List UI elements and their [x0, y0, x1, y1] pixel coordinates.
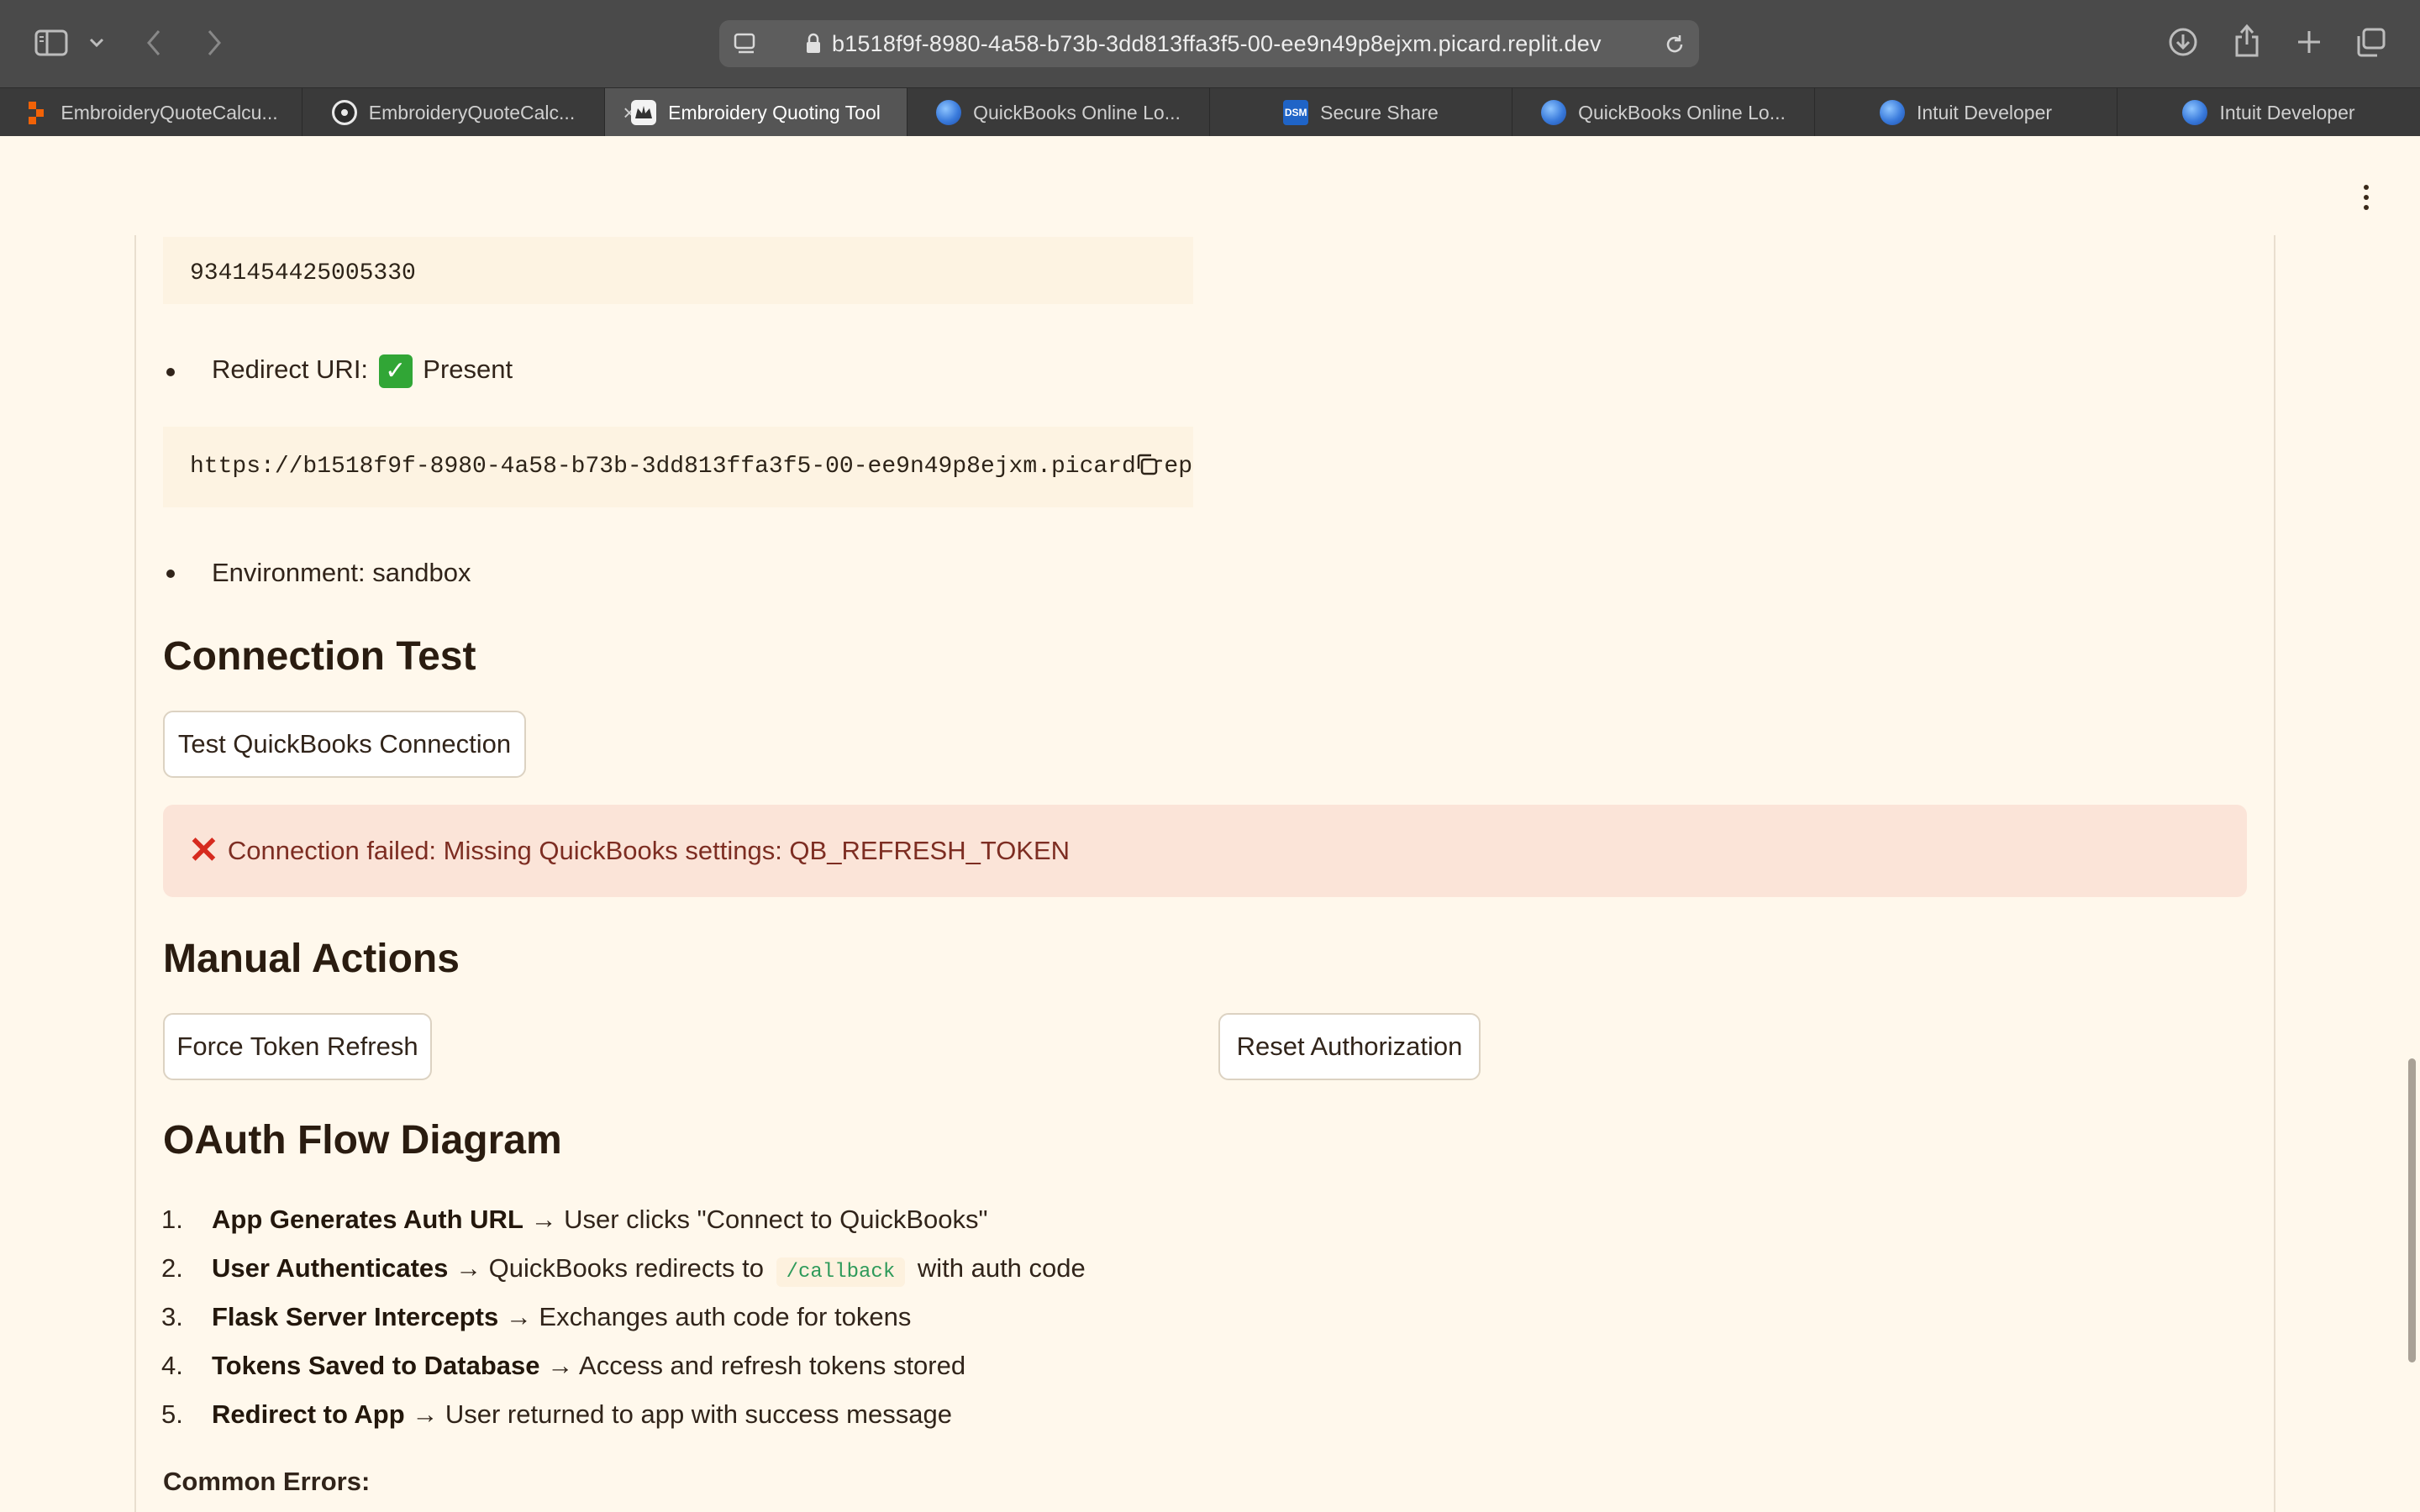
client-id-code: 9341454425005330 [163, 237, 1193, 304]
globe-icon [1541, 100, 1567, 125]
tab-embroidery-github[interactable]: EmbroideryQuoteCalc... [302, 88, 605, 137]
step-number: 2. [161, 1253, 183, 1283]
common-errors-heading: Common Errors: [163, 1467, 371, 1496]
tab-secure-share[interactable]: DSM Secure Share [1210, 88, 1512, 137]
oauth-step-4: Tokens Saved to Database → Access and re… [212, 1351, 965, 1381]
tab-intuit-developer-1[interactable]: Intuit Developer [1815, 88, 2118, 137]
step-title: User Authenticates [212, 1253, 449, 1283]
redirect-uri-value: https://b1518f9f-8980-4a58-b73b-3dd813ff… [190, 454, 1192, 480]
test-connection-button[interactable]: Test QuickBooks Connection [163, 711, 526, 778]
tab-label: QuickBooks Online Lo... [1578, 101, 1786, 123]
tab-overview-icon[interactable] [2354, 27, 2388, 59]
tab-label: Intuit Developer [2219, 101, 2355, 123]
tab-label: EmbroideryQuoteCalc... [368, 101, 576, 123]
more-menu-icon[interactable] [2361, 185, 2371, 210]
tab-label: Intuit Developer [1916, 101, 2053, 123]
download-icon[interactable] [2166, 25, 2200, 59]
step-text: → User returned to app with success mess… [404, 1399, 952, 1429]
step-number: 4. [161, 1351, 183, 1380]
lock-icon [803, 32, 823, 55]
tab-label: QuickBooks Online Lo... [973, 101, 1181, 123]
oauth-step-3: Flask Server Intercepts → Exchanges auth… [212, 1302, 911, 1332]
manual-actions-heading: Manual Actions [163, 937, 460, 981]
tab-intuit-developer-2[interactable]: Intuit Developer [2118, 88, 2420, 137]
step-title: Tokens Saved to Database [212, 1351, 540, 1380]
share-icon[interactable] [2232, 22, 2262, 59]
connection-error-text: Connection failed: Missing QuickBooks se… [227, 836, 1071, 865]
connection-test-heading: Connection Test [163, 634, 476, 679]
oauth-flow-heading: OAuth Flow Diagram [163, 1118, 562, 1163]
list-bullet [166, 570, 175, 578]
step-title: Flask Server Intercepts [212, 1302, 499, 1331]
redirect-uri-item: Redirect URI: ✓ Present [212, 354, 513, 388]
url-text[interactable]: b1518f9f-8980-4a58-b73b-3dd813ffa3f5-00-… [832, 20, 1602, 67]
oauth-step-1: App Generates Auth URL → User clicks "Co… [212, 1205, 988, 1235]
check-mark-icon: ✓ [378, 354, 413, 388]
callback-inline-code: /callback [776, 1257, 906, 1287]
copy-icon[interactable] [1134, 452, 1160, 477]
step-title: App Generates Auth URL [212, 1205, 523, 1234]
step-text: → User clicks "Connect to QuickBooks" [523, 1205, 988, 1234]
tab-label: Embroidery Quoting Tool [668, 101, 881, 123]
error-x-icon: ✕ [188, 830, 219, 871]
redirect-uri-code: https://b1518f9f-8980-4a58-b73b-3dd813ff… [163, 427, 1193, 507]
sidebar-toggle-icon[interactable] [34, 29, 69, 57]
browser-toolbar: b1518f9f-8980-4a58-b73b-3dd813ffa3f5-00-… [0, 0, 2420, 87]
address-bar[interactable]: b1518f9f-8980-4a58-b73b-3dd813ffa3f5-00-… [719, 20, 1699, 67]
reset-authorization-button[interactable]: Reset Authorization [1218, 1013, 1481, 1080]
replit-icon [24, 100, 49, 125]
step-text: → Exchanges auth code for tokens [498, 1302, 912, 1331]
redirect-uri-label: Redirect URI: [212, 354, 369, 385]
scrollbar-thumb[interactable] [2408, 1058, 2416, 1362]
step-number: 3. [161, 1302, 183, 1331]
step-text: → Access and refresh tokens stored [539, 1351, 966, 1380]
page-menu-icon[interactable] [733, 32, 758, 55]
forward-icon[interactable] [202, 27, 227, 59]
step-text: → QuickBooks redirects to [448, 1253, 764, 1283]
oauth-step-5: Redirect to App → User returned to app w… [212, 1399, 952, 1430]
step-number: 1. [161, 1205, 183, 1234]
reload-icon[interactable] [1662, 32, 1687, 57]
tab-quickbooks-login-2[interactable]: QuickBooks Online Lo... [1512, 88, 1815, 137]
step-text-after: with auth code [917, 1253, 1086, 1283]
oauth-step-2: User Authenticates → QuickBooks redirect… [212, 1253, 1086, 1287]
step-title: Redirect to App [212, 1399, 405, 1429]
step-number: 5. [161, 1399, 183, 1429]
environment-item: Environment: sandbox [212, 558, 471, 587]
chevron-down-icon[interactable] [87, 32, 106, 54]
new-tab-icon[interactable] [2294, 27, 2324, 57]
tab-label: EmbroideryQuoteCalcu... [60, 101, 278, 123]
tab-embroidery-replit[interactable]: EmbroideryQuoteCalcu... [0, 88, 302, 137]
force-token-refresh-button[interactable]: Force Token Refresh [163, 1013, 432, 1080]
github-icon [331, 100, 357, 125]
tab-bar: EmbroideryQuoteCalcu... EmbroideryQuoteC… [0, 87, 2420, 137]
tab-label: Secure Share [1320, 101, 1439, 123]
dsm-icon: DSM [1283, 100, 1309, 125]
streamlit-icon [631, 100, 657, 125]
client-id-value: 9341454425005330 [190, 260, 416, 286]
tab-embroidery-quoting-tool[interactable]: × Embroidery Quoting Tool [605, 88, 908, 137]
globe-icon [936, 100, 962, 125]
connection-error-alert: ✕ Connection failed: Missing QuickBooks … [163, 805, 2247, 897]
list-bullet [166, 368, 175, 376]
redirect-status: Present [423, 354, 513, 385]
globe-icon [1879, 100, 1905, 125]
tab-quickbooks-login-1[interactable]: QuickBooks Online Lo... [908, 88, 1210, 137]
globe-icon [2182, 100, 2208, 125]
back-icon[interactable] [141, 27, 166, 59]
